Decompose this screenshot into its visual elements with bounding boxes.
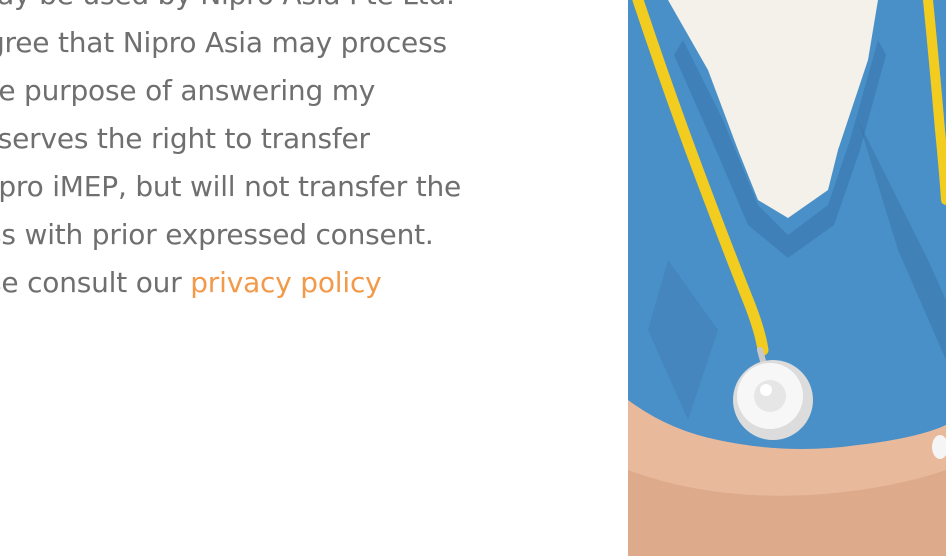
consent-line: agree that Nipro Asia may process (0, 26, 447, 59)
page: may be used by Nipro Asia Pte Ltd. agree… (0, 0, 946, 556)
consent-line: may be used by Nipro Asia Pte Ltd. (0, 0, 590, 19)
privacy-policy-link[interactable]: privacy policy (190, 266, 381, 299)
consent-line: ess with prior expressed consent. (0, 218, 434, 251)
consent-line: reserves the right to transfer (0, 122, 370, 155)
consent-line: the purpose of answering my (0, 74, 376, 107)
photo-illustration (628, 0, 946, 556)
consent-paragraph: may be used by Nipro Asia Pte Ltd. agree… (0, 0, 590, 307)
consent-line: Nipro iMEP, but will not transfer the (0, 170, 462, 203)
consent-last-line: ase consult our privacy policy (0, 259, 590, 307)
healthcare-worker-photo (628, 0, 946, 556)
consent-line-text: ase consult our (0, 266, 182, 299)
